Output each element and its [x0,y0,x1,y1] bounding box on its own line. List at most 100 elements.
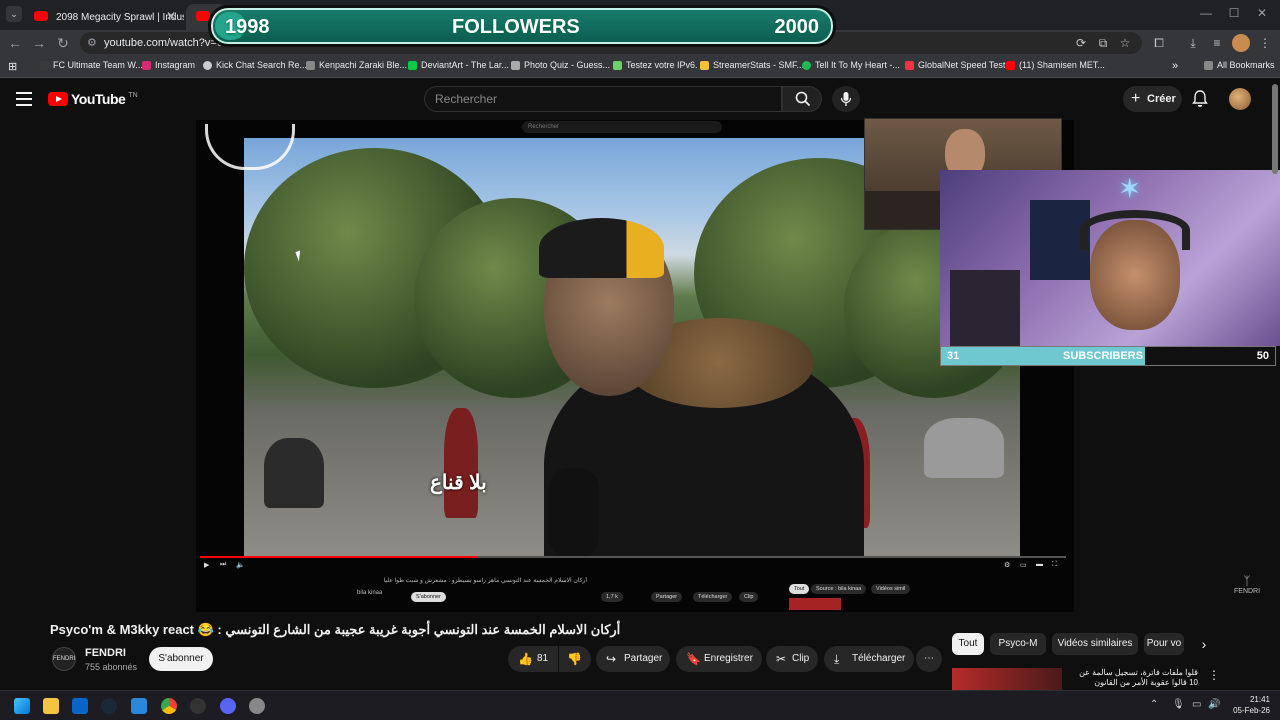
subscribers-goal-bar: 31 SUBSCRIBERS 50 [940,346,1276,366]
save-button[interactable]: 🔖 Enregistrer [676,646,762,672]
bookmark-item[interactable]: FC Ultimate Team W... [40,60,143,70]
microphone [549,468,599,556]
account-avatar[interactable] [1229,88,1251,110]
close-window-icon[interactable]: ✕ [1252,6,1272,20]
miniplayer-icon[interactable]: ▭ [1020,561,1027,569]
spotify-icon [802,60,811,70]
minimize-icon[interactable]: — [1196,6,1216,20]
neon-star-light: ✶ [1118,173,1142,204]
recommended-title[interactable]: قلوا ملفات فاترة، تسجيل سالمة عن 10 قالو… [1068,668,1198,688]
cap [539,218,664,278]
download-button[interactable]: ⤓ Télécharger [824,646,914,672]
browser-tab[interactable]: 2098 Megacity Sprawl | Industri ✕ [24,4,184,30]
bookmark-item[interactable]: Kenpachi Zaraki Ble... [306,60,407,70]
fendri-watermark: ᛉ FENDRI [1234,574,1261,595]
extensions-icon[interactable]: ⧠ [1150,34,1168,52]
search-button[interactable] [782,86,822,112]
bookmark-item[interactable]: StreamerStats - SMF... [700,60,804,70]
discord-icon[interactable] [220,698,236,714]
hamburger-menu-icon[interactable] [16,92,32,106]
network-icon[interactable]: ▭ [1192,699,1201,710]
back-icon[interactable]: ← [6,34,24,52]
chevron-right-icon[interactable]: › [1194,633,1214,655]
forward-icon[interactable]: → [30,34,48,52]
more-menu-icon[interactable]: ⋮ [1256,34,1274,52]
steam-icon[interactable] [101,698,117,714]
bookmarks-bar: ⊞ FC Ultimate Team W... Instagram Kick C… [0,56,1280,78]
system-clock[interactable]: 21:41 05-Feb-26 [1233,694,1270,716]
next-icon[interactable]: ⏭ [220,561,226,569]
plus-icon: + [1131,90,1141,107]
tab-list-dropdown[interactable]: ⌄ [6,6,22,22]
microphone-icon [840,92,852,106]
chip-similar[interactable]: Vidéos similaires [1052,633,1138,655]
reload-icon[interactable]: ↻ [54,34,72,52]
bookmark-item[interactable]: DeviantArt - The Lar... [408,60,509,70]
channel-name[interactable]: FENDRI [85,647,126,659]
create-button[interactable]: + Créer [1123,86,1182,112]
chip-for-you[interactable]: Pour vo [1144,633,1184,655]
windows-start-icon[interactable] [14,698,30,714]
channel-avatar[interactable]: FENDRI [52,647,76,671]
bookmark-item[interactable]: Testez votre IPv6. [613,60,698,70]
apps-grid-icon[interactable]: ⊞ [8,60,17,73]
voice-search-button[interactable] [832,86,860,112]
bookmark-star-icon[interactable]: ☆ [1116,34,1134,52]
settings-gear-icon[interactable] [249,698,265,714]
url-text: youtube.com/watch?v=6J [104,37,229,49]
theater-icon[interactable]: ▬ [1036,561,1043,568]
search-input[interactable]: Rechercher [424,86,782,112]
bookmark-item[interactable]: GlobalNet Speed Test [905,60,1005,70]
bookmark-icon: 🔖 [686,652,701,666]
obs-icon[interactable] [190,698,206,714]
share-icon: ↪ [606,652,617,666]
recommended-thumbnail[interactable] [952,668,1062,690]
bookmark-item[interactable]: (11) Shamisen MET... [1006,60,1105,70]
downloads-icon[interactable]: ⤓ [1184,34,1202,52]
install-app-icon[interactable]: ⧉ [1094,34,1112,52]
bookmark-item[interactable]: Photo Quiz - Guess... [511,60,610,70]
progress-bar[interactable] [200,556,1066,558]
chrome-icon[interactable] [161,698,177,714]
all-bookmarks[interactable]: All Bookmarks [1204,60,1275,70]
media-controls-icon[interactable]: ≡ [1208,34,1226,52]
globalnet-icon [905,60,914,70]
outlook-icon[interactable] [72,698,88,714]
tray-mic-icon[interactable]: 🎙 [1172,699,1185,710]
site-info-icon[interactable]: ⚙ [87,32,97,54]
followers-goal: 2000 [774,16,820,38]
chip-all[interactable]: Tout [952,633,984,655]
file-explorer-icon[interactable] [43,698,59,714]
page-scrollbar[interactable] [1272,84,1278,174]
maximize-icon[interactable]: ☐ [1224,6,1244,20]
clip-button[interactable]: ✂ Clip [766,646,818,672]
youtube-logo[interactable]: YouTube TN [48,91,138,107]
deviantart-icon [408,60,417,70]
close-tab-icon[interactable]: ✕ [166,9,176,23]
bookmark-item[interactable]: Kick Chat Search Re... [203,60,307,70]
speaker-icon[interactable]: 🔊 [1208,699,1220,710]
bookmarks-overflow-icon[interactable]: » [1172,60,1178,72]
notifications-bell-icon[interactable] [1192,90,1208,108]
subscribe-button[interactable]: S'abonner [149,647,213,671]
headphones [1080,210,1190,250]
chip-psyco-m[interactable]: Psyco-M [990,633,1046,655]
settings-icon[interactable]: ⚙ [1004,561,1010,569]
subs-label: SUBSCRIBERS [1063,350,1144,362]
like-button[interactable]: 👍 81 [508,646,558,672]
store-icon[interactable] [131,698,147,714]
more-actions-button[interactable]: ⋯ [916,646,942,672]
dislike-button[interactable]: 👎 [559,646,591,672]
tray-overflow-icon[interactable]: ⌃ [1150,699,1158,710]
share-button[interactable]: ↪ Partager [596,646,670,672]
inner-chip: Source : bila kinaa [811,584,867,594]
translate-icon[interactable]: ⟳ [1072,34,1090,52]
bookmark-item[interactable]: Tell It To My Heart -... [802,60,900,70]
bookmark-item[interactable]: Instagram [142,60,195,70]
fullscreen-icon[interactable]: ⛶ [1052,561,1057,569]
play-icon[interactable]: ▶ [204,561,209,569]
more-vertical-icon[interactable]: ⋮ [1208,668,1220,682]
profile-avatar-icon[interactable] [1232,34,1250,52]
volume-icon[interactable]: 🔈 [236,561,245,569]
inner-chip: Tout [789,584,810,594]
